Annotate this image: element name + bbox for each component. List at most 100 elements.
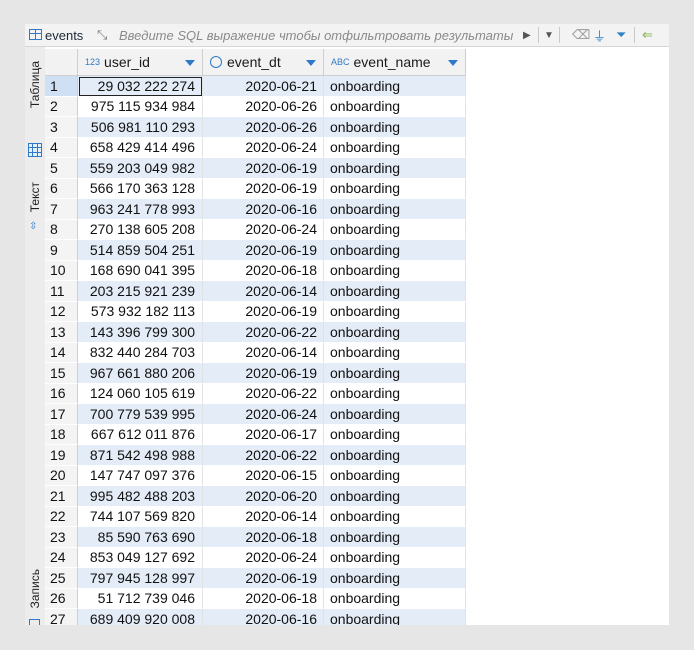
event-dt-cell[interactable]: 2020-06-16	[203, 609, 324, 625]
table-row[interactable]: 18 667 612 011 876 2020-06-17 onboarding	[45, 424, 466, 445]
table-row[interactable]: 19 871 542 498 988 2020-06-22 onboarding	[45, 445, 466, 466]
table-row[interactable]: 9 514 859 504 251 2020-06-19 onboarding	[45, 240, 466, 261]
row-number-cell[interactable]: 5	[45, 158, 78, 179]
event-name-cell[interactable]: onboarding	[324, 96, 466, 117]
table-row[interactable]: 5 559 203 049 982 2020-06-19 onboarding	[45, 158, 466, 179]
table-row[interactable]: 21 995 482 488 203 2020-06-20 onboarding	[45, 486, 466, 507]
row-number-cell[interactable]: 18	[45, 424, 78, 445]
tab-record[interactable]: Запись	[25, 567, 45, 611]
event-dt-cell[interactable]: 2020-06-15	[203, 465, 324, 486]
event-name-cell[interactable]: onboarding	[324, 465, 466, 486]
row-number-cell[interactable]: 6	[45, 178, 78, 199]
user-id-cell[interactable]: 853 049 127 692	[78, 547, 203, 568]
user-id-cell[interactable]: 203 215 921 239	[78, 281, 203, 302]
sql-filter-input[interactable]	[119, 26, 517, 44]
row-number-cell[interactable]: 26	[45, 588, 78, 609]
user-id-cell[interactable]: 506 981 110 293	[78, 117, 203, 138]
back-arrow-icon[interactable]: ⇐	[642, 24, 653, 46]
user-id-cell[interactable]: 975 115 934 984	[78, 96, 203, 117]
row-number-cell[interactable]: 8	[45, 219, 78, 240]
table-row[interactable]: 25 797 945 128 997 2020-06-19 onboarding	[45, 568, 466, 589]
event-name-cell[interactable]: onboarding	[324, 547, 466, 568]
user-id-cell[interactable]: 967 661 880 206	[78, 363, 203, 384]
event-name-cell[interactable]: onboarding	[324, 363, 466, 384]
row-number-cell[interactable]: 12	[45, 301, 78, 322]
row-number-cell[interactable]: 23	[45, 527, 78, 548]
user-id-cell[interactable]: 168 690 041 395	[78, 260, 203, 281]
event-dt-cell[interactable]: 2020-06-26	[203, 96, 324, 117]
user-id-cell[interactable]: 797 945 128 997	[78, 568, 203, 589]
user-id-cell[interactable]: 658 429 414 496	[78, 137, 203, 158]
user-id-cell[interactable]: 832 440 284 703	[78, 342, 203, 363]
table-row[interactable]: 27 689 409 920 008 2020-06-16 onboarding	[45, 609, 466, 625]
event-dt-cell[interactable]: 2020-06-14	[203, 281, 324, 302]
row-number-cell[interactable]: 22	[45, 506, 78, 527]
table-row[interactable]: 14 832 440 284 703 2020-06-14 onboarding	[45, 342, 466, 363]
event-name-cell[interactable]: onboarding	[324, 486, 466, 507]
filter-icon[interactable]: ⏷	[616, 24, 626, 46]
user-id-cell[interactable]: 689 409 920 008	[78, 609, 203, 625]
event-dt-cell[interactable]: 2020-06-24	[203, 547, 324, 568]
user-id-cell[interactable]: 995 482 488 203	[78, 486, 203, 507]
event-dt-cell[interactable]: 2020-06-19	[203, 363, 324, 384]
row-number-cell[interactable]: 25	[45, 568, 78, 589]
event-name-cell[interactable]: onboarding	[324, 609, 466, 625]
event-name-cell[interactable]: onboarding	[324, 158, 466, 179]
row-number-cell[interactable]: 16	[45, 383, 78, 404]
event-dt-cell[interactable]: 2020-06-19	[203, 178, 324, 199]
table-row[interactable]: 6 566 170 363 128 2020-06-19 onboarding	[45, 178, 466, 199]
event-dt-cell[interactable]: 2020-06-24	[203, 137, 324, 158]
table-row[interactable]: 24 853 049 127 692 2020-06-24 onboarding	[45, 547, 466, 568]
event-dt-cell[interactable]: 2020-06-24	[203, 404, 324, 425]
row-number-cell[interactable]: 7	[45, 199, 78, 220]
filter-history-dropdown-icon[interactable]: ▼	[544, 24, 554, 46]
record-view-icon[interactable]	[29, 619, 40, 625]
event-dt-cell[interactable]: 2020-06-19	[203, 568, 324, 589]
event-name-cell[interactable]: onboarding	[324, 568, 466, 589]
event-dt-cell[interactable]: 2020-06-19	[203, 158, 324, 179]
event-dt-cell[interactable]: 2020-06-22	[203, 322, 324, 343]
sort-arrow-icon[interactable]	[185, 60, 195, 66]
event-name-cell[interactable]: onboarding	[324, 383, 466, 404]
table-row[interactable]: 23 85 590 763 690 2020-06-18 onboarding	[45, 527, 466, 548]
user-id-cell[interactable]: 143 396 799 300	[78, 322, 203, 343]
row-number-cell[interactable]: 14	[45, 342, 78, 363]
user-id-cell[interactable]: 29 032 222 274	[78, 76, 203, 97]
event-name-cell[interactable]: onboarding	[324, 281, 466, 302]
tab-table[interactable]: Таблица	[25, 57, 45, 112]
event-dt-cell[interactable]: 2020-06-26	[203, 117, 324, 138]
event-name-cell[interactable]: onboarding	[324, 322, 466, 343]
table-row[interactable]: 11 203 215 921 239 2020-06-14 onboarding	[45, 281, 466, 302]
event-dt-cell[interactable]: 2020-06-18	[203, 527, 324, 548]
event-name-cell[interactable]: onboarding	[324, 117, 466, 138]
event-dt-cell[interactable]: 2020-06-14	[203, 342, 324, 363]
column-header-user-id[interactable]: 123 user_id	[78, 49, 203, 76]
row-number-cell[interactable]: 4	[45, 137, 78, 158]
row-number-cell[interactable]: 19	[45, 445, 78, 466]
table-row[interactable]: 4 658 429 414 496 2020-06-24 onboarding	[45, 137, 466, 158]
event-dt-cell[interactable]: 2020-06-20	[203, 486, 324, 507]
event-name-cell[interactable]: onboarding	[324, 445, 466, 466]
row-number-cell[interactable]: 15	[45, 363, 78, 384]
event-name-cell[interactable]: onboarding	[324, 76, 466, 97]
expand-icon[interactable]: ⤡	[97, 24, 107, 46]
event-dt-cell[interactable]: 2020-06-24	[203, 219, 324, 240]
user-id-cell[interactable]: 566 170 363 128	[78, 178, 203, 199]
table-row[interactable]: 16 124 060 105 619 2020-06-22 onboarding	[45, 383, 466, 404]
row-number-cell[interactable]: 9	[45, 240, 78, 261]
sort-arrow-icon[interactable]	[306, 60, 316, 66]
event-name-cell[interactable]: onboarding	[324, 137, 466, 158]
table-row[interactable]: 3 506 981 110 293 2020-06-26 onboarding	[45, 117, 466, 138]
event-name-cell[interactable]: onboarding	[324, 260, 466, 281]
row-number-cell[interactable]: 21	[45, 486, 78, 507]
user-id-cell[interactable]: 124 060 105 619	[78, 383, 203, 404]
user-id-cell[interactable]: 51 712 739 046	[78, 588, 203, 609]
event-name-cell[interactable]: onboarding	[324, 178, 466, 199]
event-name-cell[interactable]: onboarding	[324, 506, 466, 527]
event-name-cell[interactable]: onboarding	[324, 342, 466, 363]
text-view-icon[interactable]: ⇳	[29, 221, 37, 232]
row-number-cell[interactable]: 17	[45, 404, 78, 425]
event-dt-cell[interactable]: 2020-06-19	[203, 301, 324, 322]
user-id-cell[interactable]: 85 590 763 690	[78, 527, 203, 548]
user-id-cell[interactable]: 559 203 049 982	[78, 158, 203, 179]
